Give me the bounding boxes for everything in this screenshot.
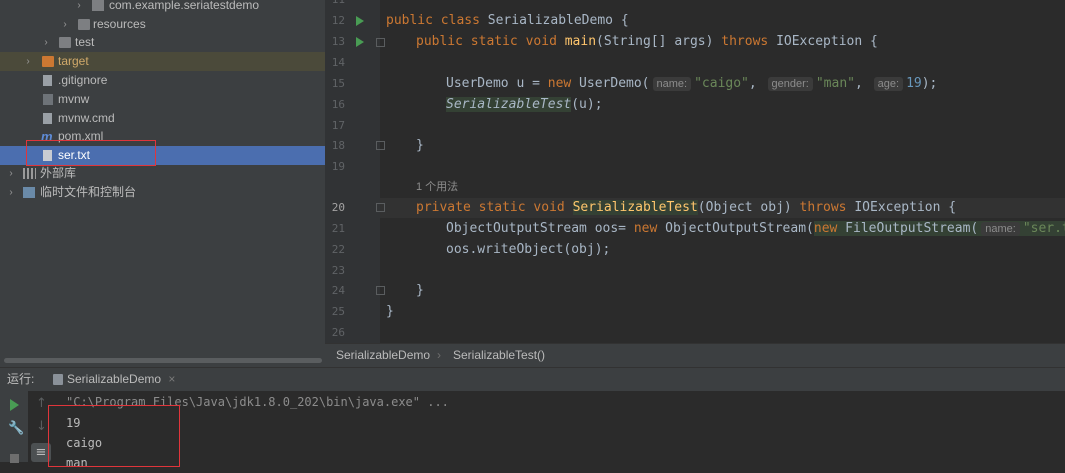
line-number: 15 <box>331 77 345 90</box>
folder-icon <box>59 37 71 48</box>
editor-gutter: 11 12 13 14 15 16 17 18 19 20 21 22 23 2… <box>325 0 385 343</box>
run-toolbar: 🔧 <box>0 391 28 463</box>
highlight-box <box>48 405 180 467</box>
breadcrumb-separator-icon: › <box>437 348 441 362</box>
highlight-box <box>26 140 156 166</box>
expand-arrow-icon[interactable]: › <box>60 15 70 34</box>
fold-icon[interactable] <box>376 141 385 150</box>
rerun-icon[interactable] <box>10 399 19 411</box>
run-label: 运行: <box>7 372 35 386</box>
run-class-icon[interactable] <box>356 16 364 26</box>
code-line: } <box>386 304 394 319</box>
line-number: 18 <box>331 139 345 152</box>
console[interactable]: 🔧 ↑ ↓ ≡ "C:\Program Files\Java\jdk1.8.0_… <box>0 391 1065 470</box>
tree-item-resources[interactable]: › resources <box>0 15 325 34</box>
line-number: 19 <box>331 160 345 173</box>
parameter-hint: gender: <box>767 77 813 91</box>
run-tab-title: SerializableDemo <box>67 372 162 386</box>
line-number: 20 <box>331 201 345 214</box>
breadcrumb-class[interactable]: SerializableDemo <box>336 344 430 367</box>
line-number: 11 <box>325 0 345 10</box>
parameter-hint: name: <box>981 222 1020 236</box>
package-icon <box>92 0 104 11</box>
tree-item-mvnw[interactable]: mvnw <box>0 90 325 109</box>
line-number: 24 <box>331 284 345 297</box>
fold-icon[interactable] <box>376 203 385 212</box>
line-number: 23 <box>331 264 345 277</box>
tree-item-mvnw-cmd[interactable]: mvnw.cmd <box>0 109 325 128</box>
run-tool-window-header: 运行: SerializableDemo × <box>0 367 1065 392</box>
breadcrumb-method[interactable]: SerializableTest() <box>453 344 545 367</box>
code-line: oos.writeObject(obj); <box>446 242 611 257</box>
line-number: 13 <box>331 35 345 48</box>
tree-item-test[interactable]: › test <box>0 33 325 52</box>
parameter-hint: name: <box>652 77 692 91</box>
breadcrumb: SerializableDemo › SerializableTest() <box>325 343 1065 368</box>
tree-item-scratches[interactable]: › 临时文件和控制台 <box>0 183 325 202</box>
expand-arrow-icon[interactable]: › <box>6 164 16 183</box>
code-line: UserDemo u = new UserDemo(name: "caigo", … <box>446 76 938 91</box>
tree-item-package[interactable]: › com.example.seriatestdemo <box>0 0 325 15</box>
close-icon[interactable]: × <box>168 372 175 386</box>
tree-item-external-libraries[interactable]: › 外部库 <box>0 164 325 183</box>
code-line: ObjectOutputStream oos= new ObjectOutput… <box>446 219 1065 239</box>
code-line: SerializableTest(u); <box>446 97 603 112</box>
fold-icon[interactable] <box>376 38 385 47</box>
line-number: 21 <box>331 222 345 235</box>
expand-arrow-icon[interactable]: › <box>41 33 51 52</box>
run-config-icon <box>53 374 63 385</box>
parameter-hint: age: <box>873 77 904 91</box>
fold-icon[interactable] <box>376 286 385 295</box>
line-number: 17 <box>331 119 345 132</box>
horizontal-scrollbar[interactable] <box>4 358 322 363</box>
usage-hint[interactable]: 1 个用法 <box>416 177 458 197</box>
line-number: 26 <box>331 326 345 339</box>
line-number: 22 <box>331 243 345 256</box>
code-line: } <box>416 138 424 153</box>
expand-arrow-icon[interactable]: › <box>6 183 16 202</box>
code-line: private static void SerializableTest(Obj… <box>416 200 957 215</box>
line-number: 12 <box>331 14 345 27</box>
code-line: } <box>416 283 424 298</box>
file-icon <box>43 94 53 105</box>
run-tab[interactable]: SerializableDemo × <box>49 368 182 392</box>
file-icon <box>43 75 52 86</box>
expand-arrow-icon[interactable]: › <box>23 52 33 71</box>
line-number: 14 <box>331 56 345 69</box>
code-line: public static void main(String[] args) t… <box>416 34 878 49</box>
tree-item-target[interactable]: › target <box>0 52 325 71</box>
wrench-icon[interactable]: 🔧 <box>8 421 24 436</box>
run-main-icon[interactable] <box>356 37 364 47</box>
library-icon <box>23 168 36 179</box>
file-icon <box>43 113 52 124</box>
down-arrow-icon[interactable]: ↓ <box>36 419 47 434</box>
line-number: 16 <box>331 98 345 111</box>
code-area[interactable]: public class SerializableDemo { public s… <box>386 0 1065 343</box>
expand-arrow-icon[interactable]: › <box>74 0 84 15</box>
code-line: public class SerializableDemo { <box>386 13 629 28</box>
tree-item-gitignore[interactable]: .gitignore <box>0 71 325 90</box>
scratch-icon <box>23 187 35 198</box>
line-number: 25 <box>331 305 345 318</box>
folder-icon <box>78 19 90 30</box>
project-tool-window: › com.example.seriatestdemo › resources … <box>0 0 325 367</box>
code-editor[interactable]: 11 12 13 14 15 16 17 18 19 20 21 22 23 2… <box>325 0 1065 343</box>
folder-icon <box>42 56 54 67</box>
up-arrow-icon[interactable]: ↑ <box>36 396 47 411</box>
